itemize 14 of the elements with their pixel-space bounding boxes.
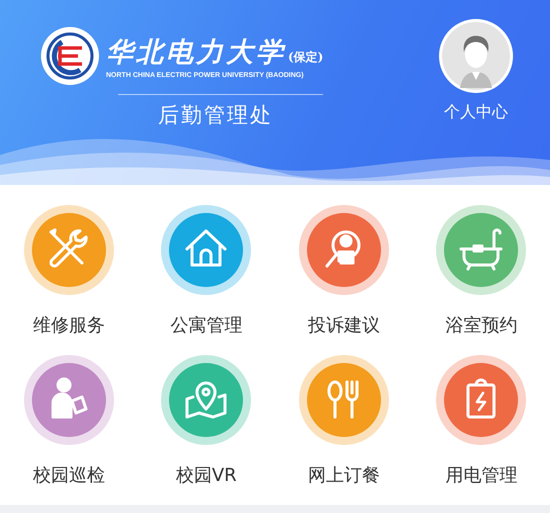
menu-tile[interactable]: 网上订餐: [275, 355, 412, 505]
menu-tile[interactable]: 维修服务: [0, 205, 138, 355]
university-name: 华北电力大学: [106, 36, 286, 70]
menu-tile[interactable]: 校园巡检: [0, 355, 138, 505]
department-title: 后勤管理处: [158, 102, 274, 129]
menu-tile[interactable]: 公寓管理: [138, 205, 275, 355]
menu-tile[interactable]: 校园VR: [138, 355, 275, 505]
avatar-icon: [438, 18, 514, 94]
campus-name: (保定): [288, 48, 324, 66]
menu-tile[interactable]: 用电管理: [412, 355, 550, 505]
profile-button[interactable]: 个人中心: [438, 18, 514, 123]
university-emblem-icon: [40, 26, 100, 86]
menu-tile[interactable]: 浴室预约: [412, 205, 550, 355]
menu-tile[interactable]: 投诉建议: [275, 205, 412, 355]
